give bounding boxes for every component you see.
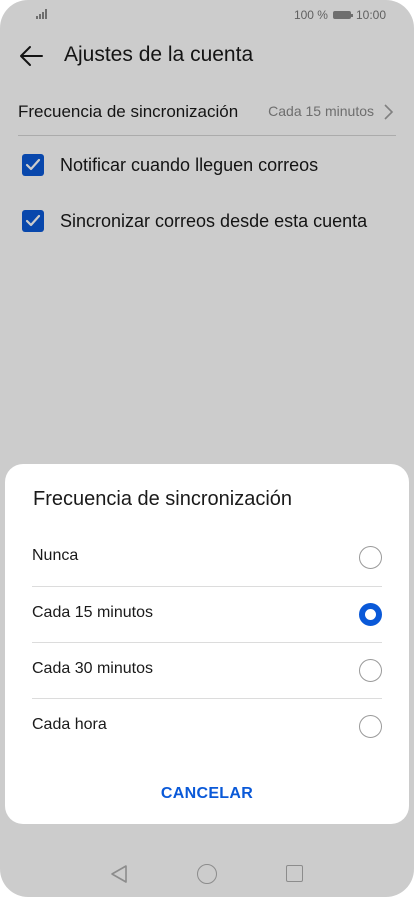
- navigation-bar: [0, 852, 414, 897]
- radio-unselected-icon[interactable]: [359, 659, 382, 682]
- option-label: Nunca: [32, 547, 79, 564]
- nav-home-icon[interactable]: [197, 864, 217, 884]
- dialog-options: Nunca Cada 15 minutos Cada 30 minutos Ca…: [32, 530, 382, 754]
- option-label: Cada 15 minutos: [32, 604, 153, 621]
- option-every-30-min[interactable]: Cada 30 minutos: [32, 642, 382, 698]
- option-every-hour[interactable]: Cada hora: [32, 698, 382, 754]
- option-label: Cada 30 minutos: [32, 660, 153, 677]
- screen: 100 % 10:00 Ajustes de la cuenta Frecuen…: [0, 0, 414, 897]
- radio-unselected-icon[interactable]: [359, 715, 382, 738]
- sync-frequency-dialog: Frecuencia de sincronización Nunca Cada …: [5, 464, 409, 824]
- option-never[interactable]: Nunca: [32, 530, 382, 586]
- radio-unselected-icon[interactable]: [359, 546, 382, 569]
- radio-selected-icon[interactable]: [359, 603, 382, 626]
- dialog-title: Frecuencia de sincronización: [33, 488, 293, 510]
- cancel-button[interactable]: CANCELAR: [5, 776, 409, 812]
- nav-back-icon[interactable]: [110, 864, 128, 884]
- option-label: Cada hora: [32, 716, 107, 733]
- nav-recents-icon[interactable]: [286, 865, 303, 882]
- option-every-15-min[interactable]: Cada 15 minutos: [32, 586, 382, 642]
